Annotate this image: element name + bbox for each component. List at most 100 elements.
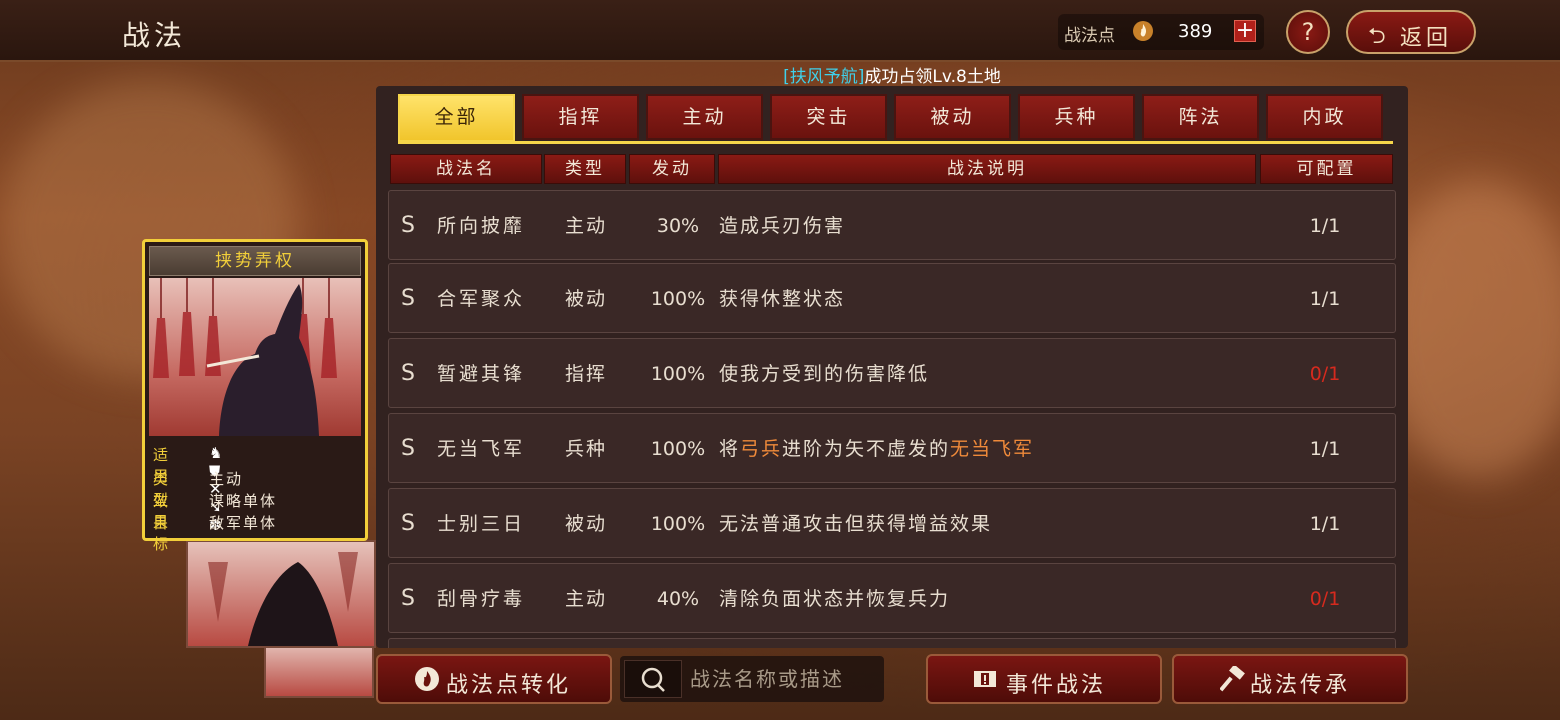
desc-highlight: 无当飞军 <box>950 438 1035 460</box>
desc-text: 进阶为矢不虚发的 <box>782 438 951 460</box>
skill-rate: 40% <box>656 588 700 610</box>
skill-config: 1/1 <box>1309 288 1341 310</box>
skill-grade: S <box>401 213 415 238</box>
tab-active[interactable]: 主动 <box>646 94 763 140</box>
skill-row[interactable]: S 暂避其锋 指挥 100% 使我方受到的伤害降低 0/1 <box>388 338 1396 408</box>
tab-internal[interactable]: 内政 <box>1266 94 1383 140</box>
skill-name: 无当飞军 <box>437 438 526 460</box>
skill-desc: 获得休整状态 <box>719 288 846 310</box>
notice-player: [扶风予航] <box>783 67 865 87</box>
column-header-desc: 战法说明 <box>718 154 1256 184</box>
column-header-config[interactable]: 可配置 <box>1260 154 1393 184</box>
desc-text: 将 <box>719 438 741 460</box>
column-header-rate[interactable]: 发动 <box>629 154 715 184</box>
skill-row[interactable]: S 所向披靡 主动 30% 造成兵刃伤害 1/1 <box>388 190 1396 260</box>
back-label: 返回 <box>1400 26 1453 51</box>
tab-all[interactable]: 全部 <box>398 94 515 142</box>
skill-points-value: 389 <box>1178 21 1213 42</box>
hammer-icon <box>1220 666 1245 692</box>
card-stack-back <box>186 540 376 648</box>
event-skills-button[interactable]: 事件战法 <box>926 654 1162 704</box>
skill-type: 被动 <box>565 288 608 310</box>
column-header-type[interactable]: 类型 <box>544 154 626 184</box>
skill-row[interactable]: S 士别三日 被动 100% 无法普通攻击但获得增益效果 1/1 <box>388 488 1396 558</box>
tab-passive[interactable]: 被动 <box>894 94 1011 140</box>
skill-list: S 所向披靡 主动 30% 造成兵刃伤害 1/1 S 合军聚众 被动 100% … <box>388 186 1396 648</box>
cavalry-icon: ♞ <box>209 444 223 462</box>
skills-panel: 全部 指挥 主动 突击 被动 兵种 阵法 内政 战法名 类型 发动 战法说明 可… <box>376 86 1408 648</box>
flame-icon <box>415 667 439 691</box>
card-target-label: 目标 <box>153 514 172 553</box>
skill-config: 1/1 <box>1309 438 1341 460</box>
skill-rate: 30% <box>656 215 700 237</box>
skill-points-box: 战法点 389 + <box>1058 14 1264 50</box>
skill-type: 主动 <box>565 588 608 610</box>
tab-underline <box>398 141 1393 144</box>
card-title: 挟势弄权 <box>149 246 361 276</box>
tab-command[interactable]: 指挥 <box>522 94 639 140</box>
help-button[interactable]: ? <box>1286 10 1330 54</box>
card-effect-value: 谋略单体 <box>209 492 278 510</box>
card-art <box>149 278 361 436</box>
skill-rate: 100% <box>650 363 706 385</box>
flame-icon <box>1133 21 1153 41</box>
search-icon[interactable] <box>624 660 682 698</box>
skill-name: 合军聚众 <box>437 288 526 310</box>
convert-points-button[interactable]: 战法点转化 <box>376 654 612 704</box>
skill-inherit-button[interactable]: 战法传承 <box>1172 654 1408 704</box>
skill-desc: 使我方受到的伤害降低 <box>719 363 930 385</box>
skill-config: 1/1 <box>1309 215 1341 237</box>
skill-row[interactable]: S 合军聚众 被动 100% 获得休整状态 1/1 <box>388 263 1396 333</box>
skill-grade: S <box>401 361 415 386</box>
skill-grade: S <box>401 286 415 311</box>
skill-card[interactable]: 挟势弄权 适用 ♞⛊✕➘✲ 类型 主动 效果 谋略单体 目标 敌军单体 <box>142 239 368 553</box>
skill-type: 指挥 <box>565 363 608 385</box>
page-title: 战法 <box>122 19 187 52</box>
skill-rate: 100% <box>650 288 706 310</box>
skill-config: 0/1 <box>1309 588 1341 610</box>
skill-desc: 清除负面状态并恢复兵力 <box>719 588 951 610</box>
search-input[interactable] <box>690 662 876 696</box>
skill-type: 兵种 <box>565 438 608 460</box>
general-silhouette <box>208 552 358 646</box>
skill-rate: 100% <box>650 513 706 535</box>
skill-name: 刮骨疗毒 <box>437 588 526 610</box>
skill-config: 0/1 <box>1309 363 1341 385</box>
skill-name: 所向披靡 <box>437 215 526 237</box>
skill-points-label: 战法点 <box>1064 26 1115 46</box>
skill-desc: 将弓兵进阶为矢不虚发的无当飞军 <box>719 414 1034 484</box>
system-notice: [扶风予航]成功占领Lv.8土地 <box>376 62 1408 87</box>
event-skills-label: 事件战法 <box>1006 673 1107 698</box>
skill-desc: 无法普通攻击但获得增益效果 <box>719 513 993 535</box>
skill-row[interactable]: S 刮骨疗毒 主动 40% 清除负面状态并恢复兵力 0/1 <box>388 563 1396 633</box>
skill-rate: 100% <box>650 438 706 460</box>
convert-points-label: 战法点转化 <box>446 673 572 698</box>
card-target-value: 敌军单体 <box>209 514 278 532</box>
skill-name: 士别三日 <box>437 513 526 535</box>
ticket-icon <box>974 671 996 687</box>
skill-grade: S <box>401 586 415 611</box>
skill-config: 1/1 <box>1309 513 1341 535</box>
skill-row[interactable]: S 无当飞军 兵种 100% 将弓兵进阶为矢不虚发的无当飞军 1/1 <box>388 413 1396 483</box>
add-points-button[interactable]: + <box>1234 20 1256 42</box>
column-header-name[interactable]: 战法名 <box>390 154 542 184</box>
back-button[interactable]: ⮌ 返回 <box>1346 10 1476 54</box>
skill-desc: 造成兵刃伤害 <box>719 215 846 237</box>
skill-grade: S <box>401 436 415 461</box>
skill-row[interactable] <box>388 638 1396 648</box>
general-silhouette <box>153 278 337 436</box>
skill-type: 主动 <box>565 215 608 237</box>
tab-troop[interactable]: 兵种 <box>1018 94 1135 140</box>
search-box <box>620 656 884 702</box>
skill-grade: S <box>401 511 415 536</box>
tab-formation[interactable]: 阵法 <box>1142 94 1259 140</box>
top-bar: 战法 战法点 389 + ? ⮌ 返回 <box>0 0 1560 62</box>
notice-message: 成功占领Lv.8土地 <box>864 67 1001 87</box>
skill-name: 暂避其锋 <box>437 363 526 385</box>
card-type-value: 主动 <box>209 470 244 488</box>
back-arrow-icon: ⮌ <box>1368 24 1386 49</box>
desc-highlight: 弓兵 <box>740 438 783 460</box>
skill-inherit-label: 战法传承 <box>1250 673 1351 698</box>
tab-assault[interactable]: 突击 <box>770 94 887 140</box>
skill-type: 被动 <box>565 513 608 535</box>
